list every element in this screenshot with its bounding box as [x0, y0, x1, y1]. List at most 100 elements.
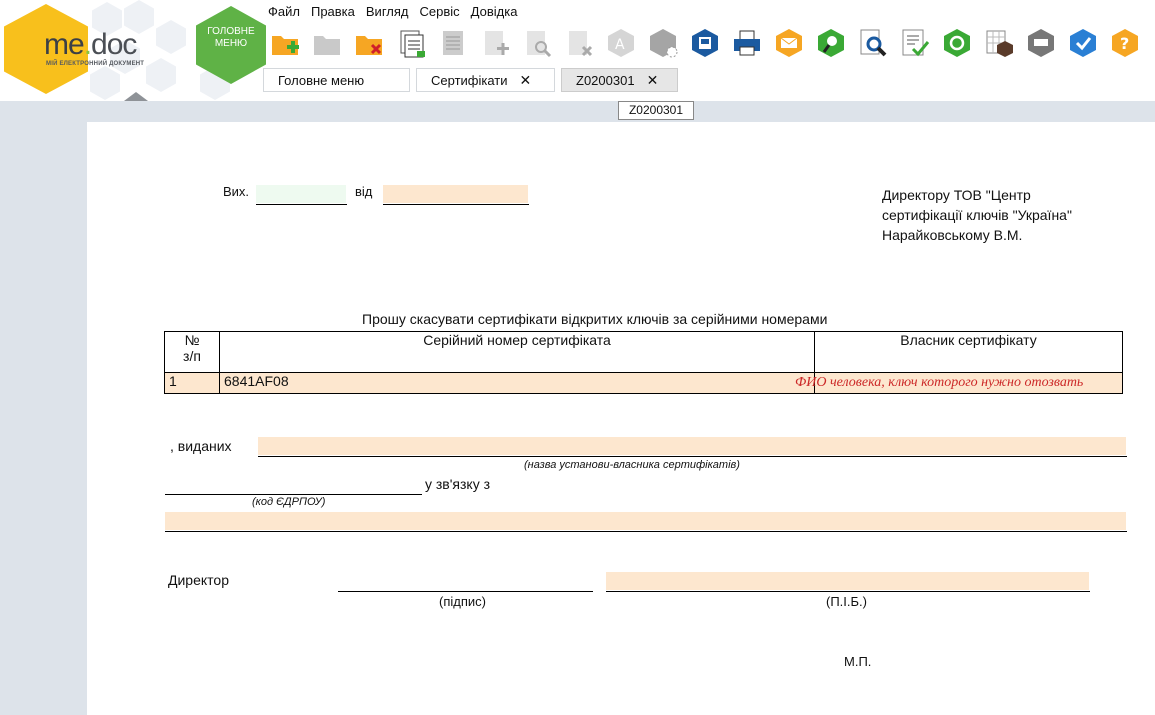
settings-hex-icon: [650, 29, 678, 58]
issued-label: , виданих: [170, 438, 232, 454]
cell-num[interactable]: 1: [164, 372, 220, 394]
signature-caption: (підпис): [439, 594, 486, 609]
save-button[interactable]: [686, 24, 724, 62]
addressee-line: сертифікації ключів "Україна": [882, 207, 1072, 223]
logo-me: me: [44, 28, 85, 61]
decor-hex: [156, 20, 186, 54]
menu-help[interactable]: Довідка: [471, 4, 518, 22]
header-num: № з/п: [164, 331, 220, 373]
refresh-icon: [944, 29, 970, 57]
print-icon: [734, 30, 760, 56]
field-underline: [383, 204, 529, 205]
addressee-line: Нарайковському В.М.: [882, 227, 1023, 243]
document-list-button[interactable]: [434, 24, 472, 62]
search-document-icon: [527, 31, 552, 58]
field-underline: [258, 456, 1127, 457]
main-menu-label-2: МЕНЮ: [214, 38, 248, 49]
copy-document-icon: [400, 30, 425, 58]
font-button[interactable]: A: [602, 24, 640, 62]
sign-check-button[interactable]: [896, 24, 934, 62]
signature-line[interactable]: [338, 591, 593, 592]
decor-hex: [146, 58, 176, 92]
add-document-button[interactable]: [476, 24, 514, 62]
settings-button[interactable]: [644, 24, 682, 62]
refresh-button[interactable]: [938, 24, 976, 62]
app-logo[interactable]: me.doc: [44, 28, 137, 62]
document-list-icon: [443, 31, 463, 55]
zoom-search-button[interactable]: [854, 24, 892, 62]
header-serial: Серійний номер сертифіката: [219, 331, 815, 373]
decor-hex: [90, 66, 120, 100]
field-underline: [256, 204, 347, 205]
menu-file[interactable]: Файл: [268, 4, 300, 22]
tab-label: Сертифікати: [431, 72, 508, 88]
header-num-line: №: [184, 332, 200, 348]
delete-folder-button[interactable]: [350, 24, 388, 62]
tab-main-menu[interactable]: Головне меню: [263, 68, 410, 92]
find-key-button[interactable]: [812, 24, 850, 62]
main-menu-label: ГОЛОВНЕ МЕНЮ: [196, 26, 266, 50]
delete-folder-icon: [356, 36, 382, 55]
tab-certificates[interactable]: Сертифікати ✕: [416, 68, 555, 92]
search-document-button[interactable]: [518, 24, 556, 62]
logo-dot: .: [83, 28, 92, 61]
collapse-arrow-icon[interactable]: [124, 92, 148, 101]
svg-text:?: ?: [1120, 34, 1129, 53]
checkmark-button[interactable]: [1064, 24, 1102, 62]
top-bar: me.doc МІЙ ЕЛЕКТРОННИЙ ДОКУМЕНТ ГОЛОВНЕ …: [0, 0, 1155, 101]
header-owner: Власник сертифікату: [814, 331, 1123, 373]
issuer-caption: (назва установи-власника сертифікатів): [524, 459, 740, 471]
header-num-line: з/п: [183, 348, 201, 364]
date-label: від: [355, 184, 373, 199]
tab-label: Z0200301: [576, 72, 635, 88]
reason-field[interactable]: [165, 512, 1126, 530]
message-button[interactable]: [1022, 24, 1060, 62]
out-number-field[interactable]: [256, 185, 346, 203]
help-button[interactable]: ?: [1106, 24, 1144, 62]
out-number-label: Вих.: [223, 184, 250, 199]
open-folder-icon: [314, 36, 340, 55]
new-folder-button[interactable]: [266, 24, 304, 62]
save-disk-icon: [692, 29, 718, 57]
date-field[interactable]: [383, 185, 528, 203]
svg-text:A: A: [615, 37, 625, 53]
cell-serial[interactable]: 6841AF08: [219, 372, 815, 394]
left-strip: [6, 101, 87, 715]
document-label: Z0200301: [618, 101, 694, 120]
edrpou-caption: (код ЄДРПОУ): [252, 496, 326, 508]
find-key-icon: [818, 29, 844, 57]
tab-bar: Головне меню Сертифікати ✕ Z0200301 ✕: [263, 68, 684, 93]
menu-edit[interactable]: Правка: [311, 4, 355, 22]
open-folder-button[interactable]: [308, 24, 346, 62]
message-icon: [1028, 29, 1054, 57]
stamp-label: М.П.: [844, 654, 872, 669]
field-underline: [606, 591, 1090, 592]
toolbar: A ?: [266, 24, 1148, 62]
menu-bar: Файл Правка Вигляд Сервіс Довідка: [268, 4, 528, 22]
logo-doc: doc: [91, 28, 137, 61]
issuer-name-field[interactable]: [258, 437, 1126, 455]
add-document-icon: [485, 31, 509, 55]
print-button[interactable]: [728, 24, 766, 62]
checkmark-icon: [1070, 29, 1096, 57]
logo-subtitle: МІЙ ЕЛЕКТРОННИЙ ДОКУМЕНТ: [46, 61, 145, 67]
calculator-icon: [986, 30, 1013, 57]
font-icon: A: [608, 29, 634, 57]
reason-label: у зв'язку з: [425, 476, 491, 492]
close-icon[interactable]: ✕: [647, 72, 659, 89]
owner-placeholder: ФИО человека, ключ которого нужно отозва…: [795, 375, 1084, 390]
tab-label: Головне меню: [278, 72, 365, 88]
director-name-field[interactable]: [606, 572, 1089, 590]
menu-view[interactable]: Вигляд: [366, 4, 409, 22]
copy-document-button[interactable]: [392, 24, 430, 62]
remove-document-button[interactable]: [560, 24, 598, 62]
calculator-button[interactable]: [980, 24, 1018, 62]
close-icon[interactable]: ✕: [520, 72, 532, 89]
send-mail-icon: [776, 29, 802, 57]
menu-service[interactable]: Сервіс: [420, 4, 460, 22]
sign-check-icon: [902, 29, 930, 57]
edrpou-underline[interactable]: [165, 494, 422, 495]
tab-z0200301[interactable]: Z0200301 ✕: [561, 68, 678, 92]
help-icon: ?: [1112, 29, 1138, 57]
send-mail-button[interactable]: [770, 24, 808, 62]
